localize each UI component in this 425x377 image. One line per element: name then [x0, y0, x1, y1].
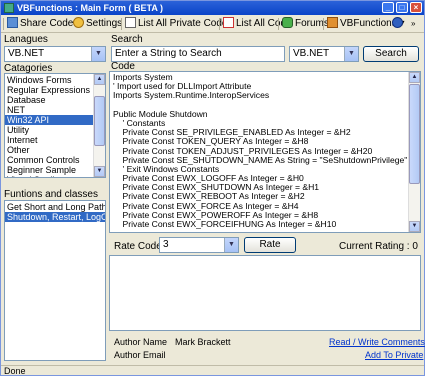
- search-language-select[interactable]: VB.NET ▼: [289, 46, 359, 62]
- scroll-down-icon[interactable]: ▼: [94, 166, 105, 177]
- rate-code-value: 3: [163, 239, 169, 250]
- add-to-private-link[interactable]: Add To Private: [365, 350, 423, 360]
- minimize-button[interactable]: _: [382, 2, 394, 13]
- author-name-label: Author Name: [114, 337, 168, 347]
- code-line: Imports System.Runtime.InteropServices: [113, 90, 270, 101]
- function-item-selected[interactable]: Shutdown, Restart, LogOff: [5, 212, 105, 222]
- author-name-value: Mark Brackett: [175, 337, 231, 347]
- list-all-private-label: List All Private Code: [138, 18, 228, 29]
- code-viewer[interactable]: Imports System ' Import used for DLLImpor…: [109, 71, 421, 233]
- toolbar-overflow-button[interactable]: »: [411, 16, 415, 32]
- search-button[interactable]: Search: [363, 46, 419, 62]
- scroll-up-icon[interactable]: ▲: [409, 72, 420, 83]
- toolbar-separator: [219, 18, 220, 30]
- functions-label: Funtions and classes: [4, 189, 98, 200]
- current-rating-label: Current Rating : 0: [339, 241, 418, 252]
- category-item[interactable]: Common Controls: [5, 155, 105, 165]
- forums-icon: [282, 17, 293, 28]
- toolbar: Share Code Settings List All Private Cod…: [1, 16, 424, 33]
- list-icon: [125, 17, 136, 28]
- languages-label: Lanagues: [4, 34, 48, 45]
- chevron-down-icon[interactable]: ▼: [91, 47, 105, 61]
- close-button[interactable]: ×: [410, 2, 422, 13]
- status-bar: Done: [1, 365, 424, 376]
- maximize-button[interactable]: □: [396, 2, 408, 13]
- chevron-down-icon[interactable]: ▼: [344, 47, 358, 61]
- gear-icon: [73, 17, 84, 28]
- comments-box[interactable]: [109, 255, 421, 331]
- share-code-label: Share Code: [20, 18, 74, 29]
- app-icon: [4, 3, 14, 13]
- category-item[interactable]: NET: [5, 105, 105, 115]
- settings-label: Settings: [86, 18, 123, 29]
- code-scrollbar[interactable]: ▲ ▼: [408, 72, 420, 232]
- search-input[interactable]: Enter a String to Search: [111, 46, 285, 62]
- settings-button[interactable]: Settings: [73, 16, 122, 32]
- share-code-button[interactable]: Share Code: [7, 16, 73, 32]
- function-item[interactable]: Get Short and Long Path Na: [5, 202, 105, 212]
- categories-list[interactable]: Windows Forms Regular Expressions Database…: [4, 73, 106, 178]
- vbfunctions-label: VBFunctions: [340, 18, 397, 29]
- category-item[interactable]: Beginner Sample: [5, 165, 105, 175]
- search-label: Search: [111, 34, 143, 45]
- category-item[interactable]: Internet: [5, 135, 105, 145]
- categories-scrollbar[interactable]: ▲ ▼: [93, 74, 105, 177]
- list-all-private-button[interactable]: List All Private Code: [125, 16, 228, 32]
- current-rating-caption: Current Rating :: [339, 241, 410, 252]
- current-rating-value: 0: [412, 241, 418, 252]
- scroll-thumb[interactable]: [94, 96, 105, 146]
- category-item-selected[interactable]: Win32 API: [5, 115, 105, 125]
- help-icon: [392, 17, 403, 28]
- window-title: VBFunctions : Main Form ( BETA ): [17, 3, 163, 13]
- main-window: VBFunctions : Main Form ( BETA ) _ □ × S…: [0, 0, 425, 376]
- category-item[interactable]: Database: [5, 95, 105, 105]
- search-input-text: Enter a String to Search: [115, 48, 222, 59]
- toolbar-separator: [323, 18, 324, 30]
- title-bar[interactable]: VBFunctions : Main Form ( BETA ) _ □ ×: [1, 1, 424, 15]
- scroll-up-icon[interactable]: ▲: [94, 74, 105, 85]
- toolbar-grip: [3, 18, 4, 30]
- help-button[interactable]: [392, 16, 405, 32]
- vbfunctions-icon: [327, 17, 338, 28]
- category-item[interactable]: Utility: [5, 125, 105, 135]
- language-select[interactable]: VB.NET ▼: [4, 46, 106, 62]
- share-icon: [7, 17, 18, 28]
- category-item[interactable]: Windows Forms: [5, 75, 105, 85]
- author-email-label: Author Email: [114, 350, 166, 360]
- rate-button[interactable]: Rate: [244, 237, 296, 253]
- chevron-down-icon[interactable]: ▼: [224, 238, 238, 252]
- list-icon: [223, 17, 234, 28]
- category-item[interactable]: Visual Studio: [5, 175, 105, 177]
- scroll-thumb[interactable]: [409, 84, 420, 184]
- language-select-value: VB.NET: [8, 48, 45, 59]
- functions-list[interactable]: Get Short and Long Path NaShutdown, Rest…: [4, 200, 106, 361]
- read-write-comments-link[interactable]: Read / Write Comments: [329, 337, 425, 347]
- code-line: Private Const EWX_FORCEIFHUNG As Integer…: [113, 219, 337, 229]
- toolbar-separator: [121, 18, 122, 30]
- scroll-down-icon[interactable]: ▼: [409, 221, 420, 232]
- rate-code-select[interactable]: 3 ▼: [159, 237, 239, 253]
- category-item[interactable]: Other: [5, 145, 105, 155]
- toolbar-separator: [278, 18, 279, 30]
- category-item[interactable]: Regular Expressions: [5, 85, 105, 95]
- rate-code-label: Rate Code: [114, 241, 162, 252]
- status-text: Done: [4, 366, 26, 376]
- forums-button[interactable]: Forums: [282, 16, 329, 32]
- search-language-value: VB.NET: [293, 48, 330, 59]
